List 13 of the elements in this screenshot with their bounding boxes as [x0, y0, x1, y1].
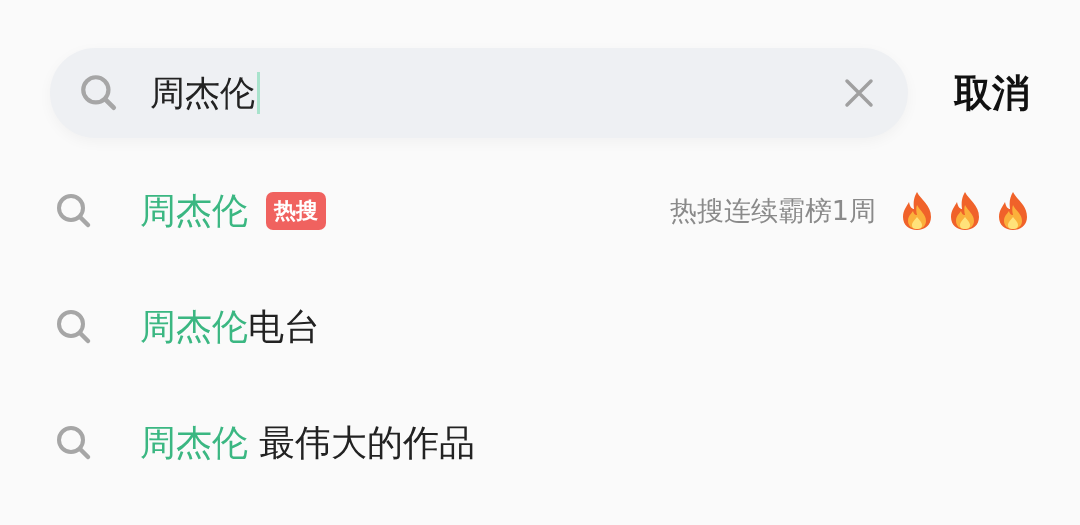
trend-note: 热搜连续霸榜1周: [669, 194, 876, 228]
flame-icon: [900, 191, 934, 231]
flame-icon: [996, 191, 1030, 231]
suggestion-text: 周杰伦电台: [140, 304, 320, 349]
suggestion-item[interactable]: 周杰伦 最伟大的作品: [0, 385, 1080, 501]
suggestion-text: 周杰伦 最伟大的作品: [140, 420, 476, 465]
hot-badge: 热搜: [266, 192, 326, 230]
clear-button[interactable]: [842, 76, 876, 110]
cancel-button[interactable]: 取消: [954, 67, 1030, 119]
search-field[interactable]: 周杰伦: [50, 48, 908, 138]
flame-icon: [948, 191, 982, 231]
suggestion-text: 周杰伦: [140, 188, 248, 233]
suggestion-item[interactable]: 周杰伦电台: [0, 269, 1080, 385]
